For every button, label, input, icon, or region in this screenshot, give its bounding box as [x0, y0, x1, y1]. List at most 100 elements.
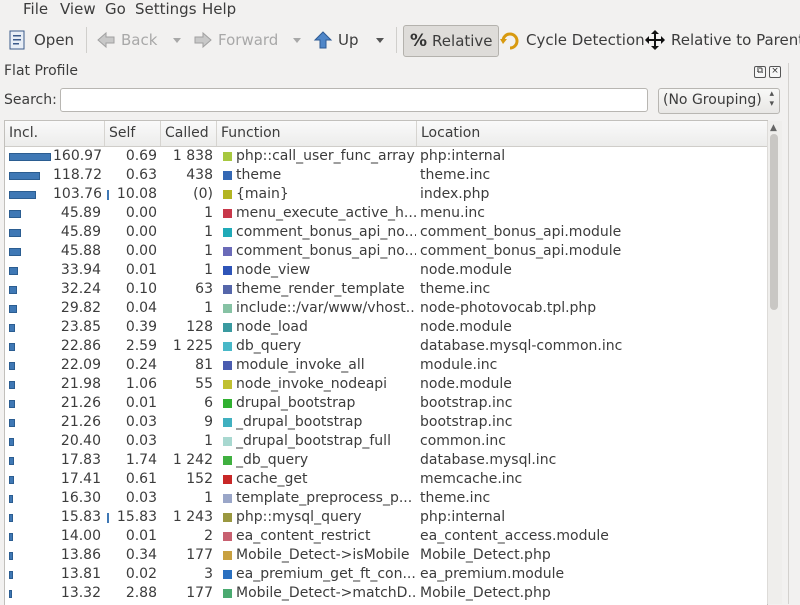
inclusive-cost-bar	[9, 343, 15, 351]
self-cell: 0.03	[125, 414, 157, 430]
col-header-self[interactable]: Self	[105, 121, 161, 146]
search-input[interactable]	[60, 88, 648, 112]
table-row[interactable]: 23.85 0.39 128 node_load node.module	[5, 318, 767, 337]
incl-cell: 20.40	[60, 433, 101, 449]
function-cell: db_query	[236, 338, 302, 354]
called-cell: 1	[204, 224, 213, 240]
float-panel-icon[interactable]: ⧉	[754, 66, 766, 78]
table-row[interactable]: 21.98 1.06 55 node_invoke_nodeapi node.modul…	[5, 375, 767, 394]
back-button[interactable]: Back	[96, 24, 157, 56]
forward-button[interactable]: Forward	[193, 24, 278, 56]
scroll-up-icon[interactable]: ▲	[770, 123, 777, 133]
chevron-down-icon	[376, 38, 384, 43]
function-color-swatch	[223, 323, 232, 332]
table-row[interactable]: 118.72 0.63 438 theme theme.inc	[5, 166, 767, 185]
relative-to-parent-button[interactable]: Relative to Parent	[644, 24, 800, 56]
table-row[interactable]: 20.40 0.03 1 _drupal_bootstrap_full common.i…	[5, 432, 767, 451]
called-cell: 1 243	[172, 509, 213, 525]
incl-cell: 45.89	[60, 224, 101, 240]
called-cell: 1	[204, 490, 213, 506]
self-cell: 0.10	[125, 281, 157, 297]
function-color-swatch	[223, 342, 232, 351]
inclusive-cost-bar	[9, 400, 15, 408]
table-row[interactable]: 22.09 0.24 81 module_invoke_all module.inc	[5, 356, 767, 375]
table-row[interactable]: 14.00 0.01 2 ea_content_restrict ea_content_…	[5, 527, 767, 546]
relative-to-parent-label: Relative to Parent	[671, 31, 800, 49]
inclusive-cost-bar	[9, 248, 21, 256]
incl-cell: 14.00	[60, 528, 101, 544]
location-cell: database.mysql.inc	[420, 452, 557, 468]
incl-cell: 21.98	[60, 376, 101, 392]
up-dropdown[interactable]	[375, 33, 385, 47]
toolbar-separator	[396, 27, 397, 53]
back-history-dropdown[interactable]	[172, 33, 182, 47]
menu-view[interactable]: View	[60, 0, 96, 20]
table-row[interactable]: 13.81 0.02 3 ea_premium_get_ft_con... ea_pre…	[5, 565, 767, 584]
location-cell: php:internal	[420, 148, 506, 164]
location-cell: menu.inc	[420, 205, 485, 221]
called-cell: 1 225	[172, 338, 213, 354]
table-row[interactable]: 17.41 0.61 152 cache_get memcache.inc	[5, 470, 767, 489]
menu-help[interactable]: Help	[202, 0, 236, 20]
self-cell: 0.03	[125, 490, 157, 506]
incl-cell: 21.26	[60, 395, 101, 411]
relative-label: Relative	[432, 32, 493, 50]
function-cell: comment_bonus_api_no...	[236, 243, 416, 259]
self-cell: 0.03	[125, 433, 157, 449]
location-cell: node-photovocab.tpl.php	[420, 300, 597, 316]
called-cell: 6	[204, 395, 213, 411]
grouping-select[interactable]: (No Grouping) ▴ ▾	[658, 88, 780, 114]
location-cell: common.inc	[420, 433, 506, 449]
close-panel-icon[interactable]: ×	[769, 66, 781, 78]
function-cell: Mobile_Detect->matchD...	[236, 585, 416, 601]
menu-settings[interactable]: Settings	[135, 0, 197, 20]
relative-toggle[interactable]: % Relative	[403, 25, 499, 57]
table-row[interactable]: 21.26 0.01 6 drupal_bootstrap bootstrap.inc	[5, 394, 767, 413]
incl-cell: 15.83	[60, 509, 101, 525]
col-header-incl[interactable]: Incl.	[5, 121, 105, 146]
menu-go[interactable]: Go	[105, 0, 126, 20]
incl-cell: 103.76	[53, 186, 101, 202]
called-cell: 1	[204, 300, 213, 316]
table-row[interactable]: 45.88 0.00 1 comment_bonus_api_no... comment…	[5, 242, 767, 261]
function-color-swatch	[223, 551, 232, 560]
function-color-swatch	[223, 570, 232, 579]
scrollbar-thumb[interactable]	[770, 134, 778, 310]
col-header-function[interactable]: Function	[217, 121, 417, 146]
table-row[interactable]: 15.83 15.83 1 243 php::mysql_query php:inter…	[5, 508, 767, 527]
table-row[interactable]: 160.97 0.69 1 838 php::call_user_func_array…	[5, 147, 767, 166]
self-cell: 0.00	[125, 243, 157, 259]
cycle-detection-button[interactable]: Cycle Detection	[499, 24, 645, 56]
table-row[interactable]: 22.86 2.59 1 225 db_query database.mysql-com…	[5, 337, 767, 356]
table-row[interactable]: 13.86 0.34 177 Mobile_Detect->isMobile Mobil…	[5, 546, 767, 565]
table-row[interactable]: 33.94 0.01 1 node_view node.module	[5, 261, 767, 280]
table-row[interactable]: 29.82 0.04 1 include::/var/www/vhost... node…	[5, 299, 767, 318]
table-row[interactable]: 45.89 0.00 1 comment_bonus_api_no... comment…	[5, 223, 767, 242]
table-row[interactable]: 17.83 1.74 1 242 _db_query database.mysql.in…	[5, 451, 767, 470]
self-cell: 0.61	[125, 471, 157, 487]
table-row[interactable]: 32.24 0.10 63 theme_render_template theme.in…	[5, 280, 767, 299]
menu-file[interactable]: File	[23, 0, 48, 20]
table-row[interactable]: 13.32 2.88 177 Mobile_Detect->matchD... Mobi…	[5, 584, 767, 603]
called-cell: 1	[204, 205, 213, 221]
function-cell: _drupal_bootstrap	[236, 414, 363, 430]
table-row[interactable]: 21.26 0.03 9 _drupal_bootstrap bootstrap.inc	[5, 413, 767, 432]
location-cell: Mobile_Detect.php	[420, 547, 551, 563]
self-cell: 0.01	[125, 528, 157, 544]
self-cell: 0.24	[125, 357, 157, 373]
function-color-swatch	[223, 247, 232, 256]
forward-history-dropdown[interactable]	[292, 33, 302, 47]
up-button[interactable]: Up	[313, 24, 359, 56]
table-row[interactable]: 16.30 0.03 1 template_preprocess_p... theme.…	[5, 489, 767, 508]
table-row[interactable]: 45.89 0.00 1 menu_execute_active_h... menu.i…	[5, 204, 767, 223]
location-cell: comment_bonus_api.module	[420, 243, 622, 259]
location-cell: bootstrap.inc	[420, 395, 513, 411]
function-color-swatch	[223, 228, 232, 237]
inclusive-cost-bar	[9, 191, 36, 199]
open-button[interactable]: Open	[7, 24, 74, 56]
col-header-location[interactable]: Location	[417, 121, 767, 146]
col-header-called[interactable]: Called	[161, 121, 217, 146]
table-row[interactable]: 103.76 10.08 (0) {main} index.php	[5, 185, 767, 204]
inclusive-cost-bar	[9, 419, 15, 427]
function-cell: ea_content_restrict	[236, 528, 371, 544]
